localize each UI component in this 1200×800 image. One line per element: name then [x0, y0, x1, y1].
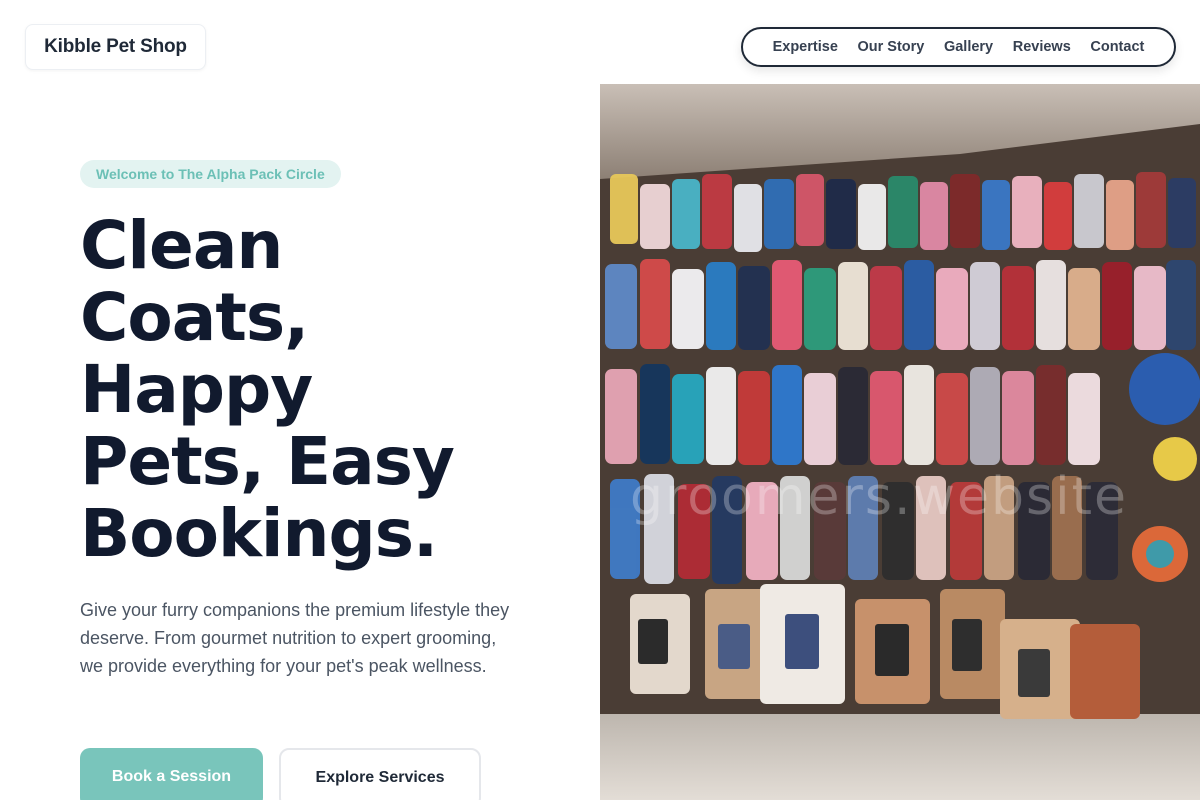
nav-link-gallery[interactable]: Gallery: [944, 39, 993, 55]
welcome-badge: Welcome to The Alpha Pack Circle: [80, 160, 341, 188]
hero-photo-pet-shop: groomers.website: [600, 84, 1200, 800]
hero-headline: Clean Coats, Happy Pets, Easy Bookings.: [80, 210, 560, 570]
hero-description: Give your furry companions the premium l…: [80, 600, 510, 676]
pet-shop-illustration: groomers.website: [600, 84, 1200, 800]
main-nav: Expertise Our Story Gallery Reviews Cont…: [741, 27, 1176, 67]
headline-line: Happy: [80, 351, 313, 428]
book-session-button[interactable]: Book a Session: [80, 748, 263, 800]
image-watermark: groomers.website: [630, 467, 1128, 527]
brand-logo[interactable]: Kibble Pet Shop: [25, 24, 206, 70]
nav-link-expertise[interactable]: Expertise: [773, 39, 838, 55]
headline-line: Pets, Easy: [80, 423, 455, 500]
headline-line: Bookings.: [80, 495, 438, 572]
nav-link-our-story[interactable]: Our Story: [857, 39, 924, 55]
headline-line: Coats,: [80, 279, 309, 356]
headline-line: Clean: [80, 207, 283, 284]
nav-link-contact[interactable]: Contact: [1090, 39, 1144, 55]
nav-link-reviews[interactable]: Reviews: [1013, 39, 1071, 55]
explore-services-button[interactable]: Explore Services: [279, 748, 481, 800]
